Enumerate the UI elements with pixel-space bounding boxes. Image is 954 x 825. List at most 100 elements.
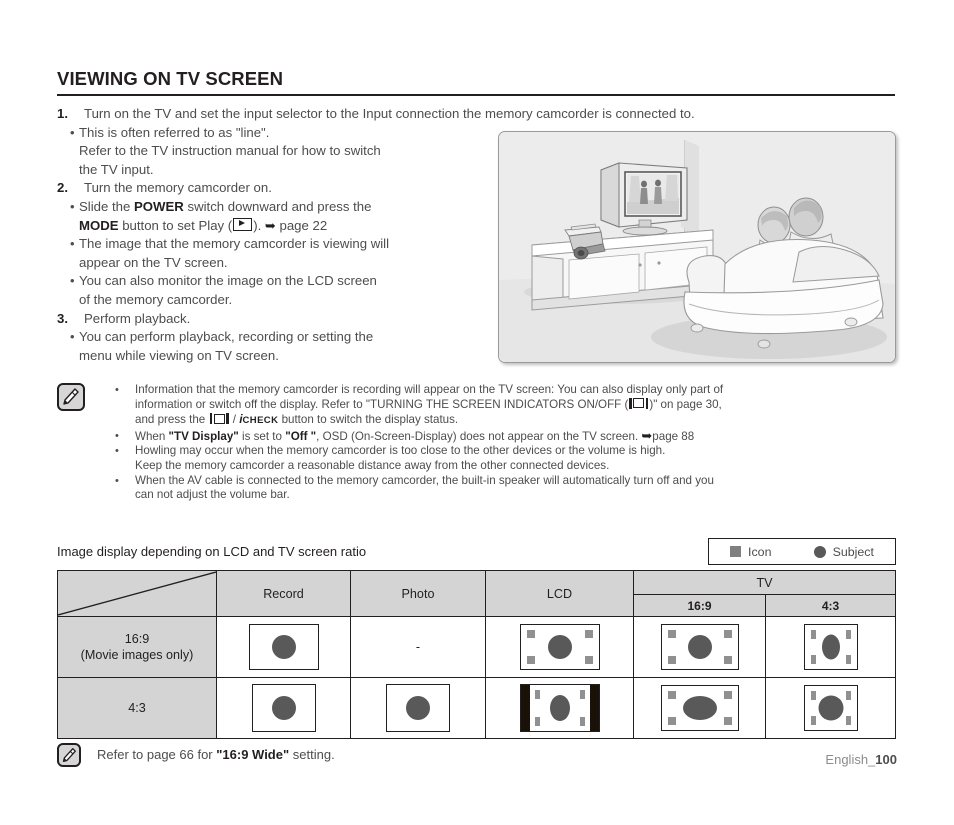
step-3-number: 3. xyxy=(57,310,68,326)
icon-marker-square xyxy=(723,656,732,664)
table-legend: Icon Subject xyxy=(708,538,896,565)
screen-narrow-markers-tall-oval xyxy=(803,624,858,670)
icon-marker-square xyxy=(667,717,676,725)
off-keyword: "Off " xyxy=(285,429,317,443)
step-3-bullet-line-1: You can perform playback, recording or s… xyxy=(79,329,374,345)
bullet-dot-icon: • xyxy=(115,474,119,487)
row-label-169-line1: 16:9 xyxy=(124,632,150,646)
ratio-comparison-table: Record Photo LCD TV 16:9 4:3 16:9 (Movie… xyxy=(57,570,896,739)
icon-marker-square xyxy=(667,656,676,664)
note-pen-glyph xyxy=(62,748,76,762)
note-item-2: • When "TV Display" is set to "Off ", OS… xyxy=(115,428,897,445)
footer-note-post: setting. xyxy=(289,747,335,762)
icon-marker-square xyxy=(810,630,816,639)
step-1-bullet-line-1: This is often referred to as "line". xyxy=(79,124,270,140)
screen-narrow-markers xyxy=(803,685,858,731)
page-language-label: English_ xyxy=(825,752,876,767)
note-item-3: • Howling may occur when the memory camc… xyxy=(115,444,897,473)
step-2-bullet-3-line-1: You can also monitor the image on the LC… xyxy=(79,273,377,289)
bullet-dot-icon: • xyxy=(70,329,75,345)
subject-circle-icon xyxy=(682,696,717,720)
icon-marker-square xyxy=(534,690,540,699)
step-1-text: Turn on the TV and set the input selecto… xyxy=(84,106,695,121)
subject-circle-icon xyxy=(549,695,570,721)
notes-list: • Information that the memory camcorder … xyxy=(115,383,897,503)
bullet-dot-icon: • xyxy=(70,198,75,214)
step-3-bullet-line-2: menu while viewing on TV screen. xyxy=(79,347,279,363)
note-2-mid: is set to xyxy=(238,429,286,443)
step-2-number: 2. xyxy=(57,180,68,196)
page-reference-22: page 22 xyxy=(279,217,328,233)
step-2-bullet-1-pre: Slide the xyxy=(79,198,134,214)
screen-standard-circle xyxy=(251,684,316,732)
screen-wide-markers-wide-oval xyxy=(660,685,739,731)
subject-circle-icon xyxy=(406,696,430,720)
table-corner-cell xyxy=(57,570,217,617)
icon-marker-square xyxy=(845,655,851,664)
step-2-bullet-2-line-1: The image that the memory camcorder is v… xyxy=(79,236,390,252)
cell-43-lcd xyxy=(485,677,634,739)
cell-169-tv-169 xyxy=(633,616,766,678)
table-row: 16:9 (Movie images only) - xyxy=(57,616,896,678)
subject-circle-icon xyxy=(271,696,296,720)
bullet-dot-icon: • xyxy=(115,429,119,442)
cell-169-tv-43 xyxy=(765,616,896,678)
icon-marker-square xyxy=(845,630,851,639)
page-title: VIEWING ON TV SCREEN xyxy=(57,68,895,96)
step-1-number: 1. xyxy=(57,106,68,121)
icon-marker-square xyxy=(810,691,816,700)
icon-marker-square xyxy=(723,630,732,638)
step-2-bullet-1-close: ). xyxy=(253,217,265,233)
cell-43-photo xyxy=(350,677,486,739)
manual-page: VIEWING ON TV SCREEN 1. Turn on the TV a… xyxy=(0,0,954,825)
note-4-line-2: can not adjust the volume bar. xyxy=(135,488,290,502)
icon-marker-square xyxy=(845,716,851,725)
bullet-dot-icon: • xyxy=(115,384,119,396)
power-keyword: POWER xyxy=(134,198,184,214)
footer-note: Refer to page 66 for "16:9 Wide" setting… xyxy=(57,743,557,767)
subject-circle-icon xyxy=(547,635,572,659)
bullet-dot-icon: • xyxy=(70,273,75,289)
subject-circle-icon xyxy=(271,635,296,659)
column-header-photo: Photo xyxy=(350,570,486,617)
living-room-illustration xyxy=(498,131,896,363)
screen-standard-circle xyxy=(386,684,450,732)
note-2-post: , OSD (On-Screen-Display) does not appea… xyxy=(316,429,642,443)
column-header-tv-169: 16:9 xyxy=(633,594,766,617)
note-2-pre: When xyxy=(135,429,169,443)
display-indicator-icon xyxy=(629,397,649,409)
cell-43-record xyxy=(216,677,351,739)
circle-icon xyxy=(813,545,826,558)
step-2-bullet-1-mid: switch downward and press the xyxy=(183,198,372,214)
table-header-row-1: Record Photo LCD TV xyxy=(57,570,896,617)
row-label-169-line2: (Movie images only) xyxy=(80,648,194,662)
legend-subject-label: Subject xyxy=(832,544,874,559)
diagonal-divider-icon xyxy=(58,571,216,616)
note-pen-icon xyxy=(57,383,85,411)
icon-marker-square xyxy=(579,717,585,726)
row-label-43-line1: 4:3 xyxy=(128,701,146,715)
cell-169-photo: - xyxy=(350,616,486,678)
pillarbox-bar-left xyxy=(520,685,530,731)
icon-marker-square xyxy=(584,630,593,638)
note-4-line-1: When the AV cable is connected to the me… xyxy=(135,473,714,487)
icon-marker-square xyxy=(810,716,816,725)
step-1-bullet-line-2: Refer to the TV instruction manual for h… xyxy=(79,143,381,159)
column-header-tv-43: 4:3 xyxy=(765,594,896,617)
column-header-lcd: LCD xyxy=(485,570,634,617)
notes-block: • Information that the memory camcorder … xyxy=(57,383,897,503)
icon-marker-square xyxy=(667,691,676,699)
column-header-tv: TV xyxy=(633,570,896,595)
mode-keyword: MODE xyxy=(79,217,119,233)
i-check-icon-label: CHECK xyxy=(242,415,279,427)
bullet-dot-icon: • xyxy=(70,124,75,140)
bullet-dot-icon: • xyxy=(70,236,75,252)
footer-note-pre: Refer to page 66 for xyxy=(97,747,217,762)
step-2-bullet-1-post: button to set Play ( xyxy=(118,217,233,233)
column-header-record: Record xyxy=(216,570,351,617)
screen-wide-circle xyxy=(248,624,319,670)
table-row: 4:3 xyxy=(57,677,896,739)
note-1-line-3a: and press the xyxy=(135,413,206,427)
icon-marker-square xyxy=(667,630,676,638)
step-1-bullet-line-3: the TV input. xyxy=(79,161,154,177)
